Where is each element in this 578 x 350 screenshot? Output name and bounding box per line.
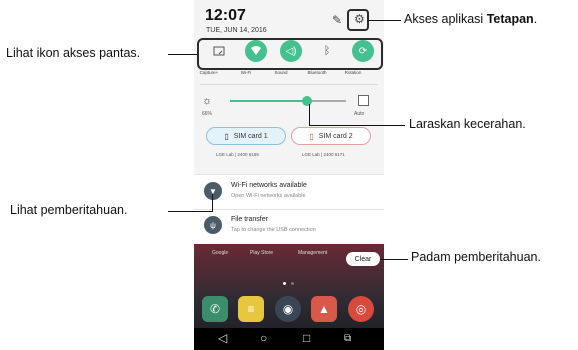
edit-icon[interactable]: ✎	[332, 13, 342, 27]
brightness-percent: 66%	[202, 111, 213, 117]
app-label-play-store[interactable]: Play Store	[250, 250, 273, 256]
page-indicator-active	[283, 282, 286, 285]
callout-line	[309, 125, 405, 126]
sim-card-1-network: LGE Lab | 2400 6159	[216, 152, 259, 157]
callout-clear: Padam pemberitahuan.	[411, 250, 541, 264]
notification-subtitle: Tap to change the USB connection	[231, 227, 316, 233]
sim-icon: ▯	[224, 131, 229, 141]
dual-window-icon[interactable]: ⧉	[344, 333, 351, 344]
settings-highlight	[347, 9, 369, 31]
sim-card-2-label: SIM card 2	[318, 132, 353, 140]
callout-brightness: Laraskan kecerahan.	[409, 117, 526, 131]
brightness-fill	[230, 100, 307, 102]
notification-title: Wi-Fi networks available	[231, 182, 307, 189]
callout-line	[212, 194, 213, 212]
qs-label-rotation: Rotation	[344, 70, 362, 75]
divider	[200, 84, 378, 85]
wifi-icon: ▼	[204, 182, 222, 200]
phone-icon[interactable]: ✆	[202, 296, 228, 322]
gallery-icon[interactable]: ▲	[311, 296, 337, 322]
qs-label-bluetooth: Bluetooth	[307, 70, 327, 75]
sim-card-1-label: SIM card 1	[233, 132, 268, 140]
messages-icon[interactable]: ≡	[238, 296, 264, 322]
clear-button[interactable]: Clear	[346, 252, 380, 266]
quick-settings-highlight	[197, 38, 383, 70]
status-time: 12:07	[205, 7, 246, 24]
callout-settings-bold: Tetapan	[486, 12, 534, 26]
usb-icon: ψ	[204, 216, 222, 234]
auto-brightness-checkbox[interactable]	[358, 95, 369, 106]
chrome-icon[interactable]: ◎	[348, 296, 374, 322]
sim-card-1-button[interactable]: ▯ SIM card 1	[206, 127, 286, 145]
callout-notifications: Lihat pemberitahuan.	[10, 203, 128, 217]
sim-icon: ▯	[309, 131, 314, 141]
callout-quick-access: Lihat ikon akses pantas.	[6, 46, 141, 60]
callout-line	[369, 20, 401, 21]
brightness-icon: ☼	[202, 95, 213, 107]
callout-settings-suffix: .	[533, 12, 538, 26]
back-icon[interactable]: ◁	[218, 331, 227, 345]
callout-line	[309, 104, 310, 126]
callout-settings: Akses aplikasi Tetapan.	[404, 12, 537, 26]
app-label-management[interactable]: Management	[298, 250, 327, 256]
sim-card-2-network: LGE Lab | 2400 6171	[302, 152, 345, 157]
callout-line	[380, 259, 408, 260]
qs-label-capture: Capture+	[199, 70, 219, 75]
recents-icon[interactable]: □	[303, 331, 310, 345]
callout-line	[168, 54, 197, 55]
notification-subtitle: Open Wi-Fi networks available	[231, 193, 306, 199]
sim-card-2-button[interactable]: ▯ SIM card 2	[291, 127, 371, 145]
brightness-slider-thumb[interactable]	[302, 96, 312, 106]
camera-icon[interactable]: ◉	[275, 296, 301, 322]
status-date: TUE, JUN 14, 2016	[206, 27, 267, 34]
home-icon[interactable]: ○	[260, 331, 267, 345]
auto-brightness-label: Auto	[354, 111, 365, 117]
notification-wifi[interactable]	[194, 174, 384, 209]
qs-label-sound: Sound	[274, 70, 288, 75]
app-label-google[interactable]: Google	[212, 250, 228, 256]
qs-label-wifi: Wi-Fi	[240, 70, 252, 75]
callout-settings-text: Akses aplikasi	[404, 12, 487, 26]
callout-line	[168, 211, 212, 212]
notification-title: File transfer	[231, 216, 268, 223]
page-indicator	[291, 282, 294, 285]
